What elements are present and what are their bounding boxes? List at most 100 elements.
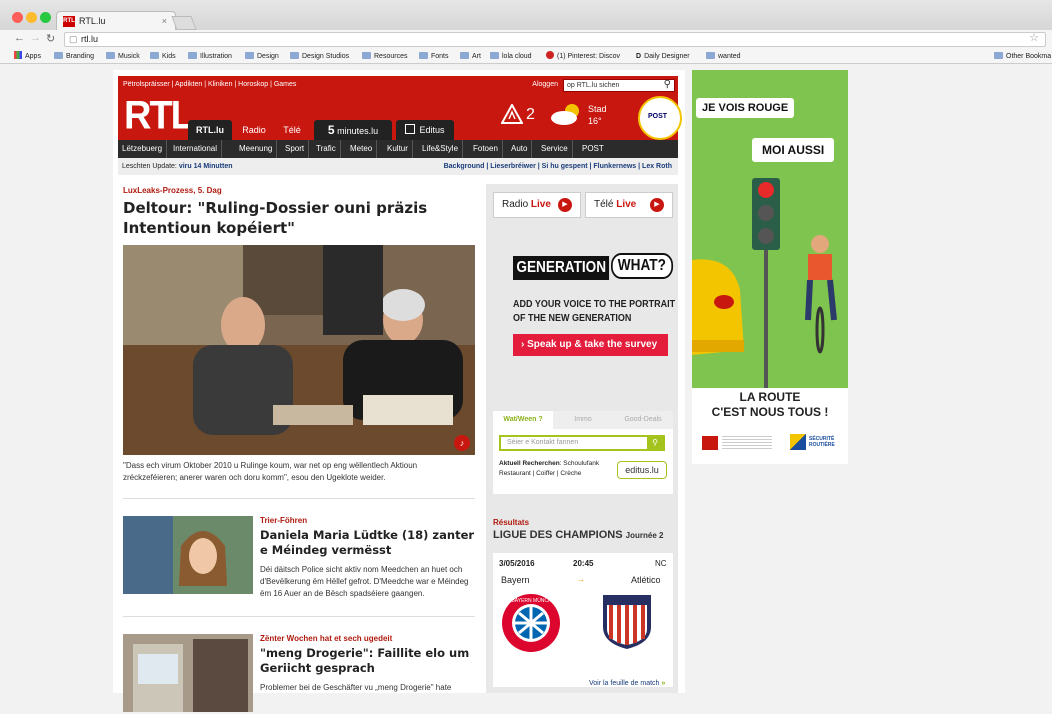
tab-rtl-lu[interactable]: RTL.lu bbox=[188, 120, 232, 140]
folder-icon bbox=[706, 52, 715, 59]
bookmark-apps[interactable]: Apps bbox=[14, 50, 41, 63]
weather-widget[interactable]: Stad 16° bbox=[588, 103, 607, 127]
section-meenung[interactable]: Meenung bbox=[235, 140, 278, 158]
bookmark-wanted[interactable]: wanted bbox=[706, 50, 741, 63]
bookmark-art[interactable]: Art bbox=[460, 50, 481, 63]
match-sheet-link[interactable]: Voir la feuille de match » bbox=[589, 680, 665, 687]
address-bar[interactable]: ▢ rtl.lu ☆ bbox=[64, 32, 1046, 47]
section-letzebuerg[interactable]: Lëtzebuerg bbox=[118, 140, 168, 158]
tab-editus[interactable]: Editus bbox=[396, 120, 454, 140]
section-post[interactable]: POST bbox=[578, 140, 608, 158]
editus-widget: Wat/Ween ? Immo Good-Deals Séier e Kontakt… bbox=[493, 411, 673, 494]
audio-play-icon[interactable]: ♪ bbox=[454, 435, 470, 451]
new-tab-button[interactable] bbox=[171, 16, 197, 30]
tab-radio[interactable]: Radio bbox=[236, 120, 272, 140]
partly-sunny-icon[interactable] bbox=[550, 102, 584, 126]
close-tab-icon[interactable]: × bbox=[162, 12, 167, 30]
maximize-window-button[interactable] bbox=[40, 12, 51, 23]
minimize-window-button[interactable] bbox=[26, 12, 37, 23]
folder-icon bbox=[188, 52, 197, 59]
road-safety-ad[interactable]: JE VOIS ROUGE MOI AUSSI LA ROUTE C'EST N… bbox=[692, 70, 848, 464]
ad-footer: LA ROUTE C'EST NOUS TOUS ! SÉCURITÉ ROUT… bbox=[692, 388, 848, 464]
bookmark-musick[interactable]: Musick bbox=[106, 50, 140, 63]
ad-slogan-1: LA ROUTE bbox=[739, 390, 801, 404]
folder-icon bbox=[490, 52, 499, 59]
back-arrow-icon[interactable]: ← bbox=[14, 32, 25, 44]
story-thumbnail[interactable] bbox=[123, 516, 253, 594]
search-icon[interactable]: ⚲ bbox=[664, 79, 671, 91]
rtl-logo[interactable]: RTL bbox=[124, 96, 194, 136]
bookmark-daily-designer[interactable]: D Daily Designer bbox=[636, 50, 690, 63]
match-date: 3/05/2016 bbox=[499, 559, 535, 568]
radio-live-button[interactable]: Radio Live ▶ bbox=[493, 192, 581, 218]
browser-chrome: RTL RTL.lu × ← → ↻ ▢ rtl.lu ☆ Apps Brand… bbox=[0, 0, 1052, 64]
tab-tele[interactable]: Télé bbox=[276, 120, 308, 140]
bookmark-fonts[interactable]: Fonts bbox=[419, 50, 449, 63]
section-fotoen[interactable]: Fotoen bbox=[469, 140, 503, 158]
section-international[interactable]: International bbox=[169, 140, 223, 158]
reload-icon[interactable]: ↻ bbox=[46, 32, 55, 45]
story-item[interactable]: Trier-Föhren Daniela Maria Lüdtke (18) z… bbox=[123, 516, 478, 598]
site-header: Pëtrolspräisser | Apdikten | Kliniken | … bbox=[113, 76, 682, 178]
section-trafic[interactable]: Trafic bbox=[312, 140, 341, 158]
editus-logo[interactable]: editus.lu bbox=[617, 461, 667, 479]
story-headline[interactable]: "meng Drogerie": Faillite elo um Geriich… bbox=[260, 646, 478, 676]
editus-tabs: Wat/Ween ? Immo Good-Deals bbox=[493, 411, 673, 429]
bookmark-star-icon[interactable]: ☆ bbox=[1029, 32, 1039, 45]
close-window-button[interactable] bbox=[12, 12, 23, 23]
tab-good-deals[interactable]: Good-Deals bbox=[613, 411, 673, 429]
traffic-warning-icon[interactable] bbox=[501, 104, 523, 124]
folder-icon bbox=[150, 52, 159, 59]
ad-slogan-2: C'EST NOUS TOUS ! bbox=[711, 405, 829, 419]
login-link[interactable]: Aloggen bbox=[532, 76, 558, 94]
bookmarks-bar: Apps Branding Musick Kids Illustration D… bbox=[0, 50, 1052, 64]
post-logo[interactable]: POST bbox=[638, 96, 682, 140]
bookmark-kids[interactable]: Kids bbox=[150, 50, 176, 63]
main-kicker[interactable]: LuxLeaks-Prozess, 5. Dag bbox=[123, 186, 222, 195]
bookmark-branding[interactable]: Branding bbox=[54, 50, 94, 63]
utility-links[interactable]: Pëtrolspräisser | Apdikten | Kliniken | … bbox=[123, 81, 296, 88]
bookmark-lola-cloud[interactable]: lola cloud bbox=[490, 50, 532, 63]
right-sidebar: Radio Live ▶ Télé Live ▶ GENERATION WHAT? … bbox=[486, 184, 678, 693]
match-card[interactable]: 3/05/2016 20:45 NC Bayern → Atlético FC … bbox=[493, 553, 673, 687]
main-headline[interactable]: Deltour: "Ruling-Dossier ouni präzis Int… bbox=[123, 198, 478, 238]
play-icon: ▶ bbox=[558, 198, 572, 212]
story-headline[interactable]: Daniela Maria Lüdtke (18) zanter e Méind… bbox=[260, 528, 478, 558]
ad-illustration bbox=[692, 70, 848, 390]
story-kicker[interactable]: Zënter Wochen hat et sech ugedeit bbox=[260, 634, 478, 643]
tab-immo[interactable]: Immo bbox=[553, 411, 613, 429]
bookmark-illustration[interactable]: Illustration bbox=[188, 50, 232, 63]
bookmark-design[interactable]: Design bbox=[245, 50, 279, 63]
rtl-favicon-icon: RTL bbox=[63, 16, 75, 27]
bookmark-other[interactable]: Other Bookma bbox=[994, 50, 1051, 63]
address-row: ← → ↻ ▢ rtl.lu ☆ bbox=[0, 30, 1052, 50]
section-life-style[interactable]: Life&Style bbox=[418, 140, 464, 158]
editus-search-input[interactable]: Séier e Kontakt fannen ⚲ bbox=[499, 435, 665, 451]
forward-arrow-icon[interactable]: → bbox=[30, 32, 41, 44]
generation-what-ad[interactable]: GENERATION WHAT? ADD YOUR VOICE TO THE P… bbox=[493, 226, 675, 391]
browser-tab[interactable]: RTL RTL.lu × bbox=[56, 11, 176, 31]
bookmark-resources[interactable]: Resources bbox=[362, 50, 407, 63]
warning-count[interactable]: 2 bbox=[526, 106, 535, 124]
bookmark-design-studios[interactable]: Design Studios bbox=[290, 50, 349, 63]
bookmark-pinterest[interactable]: (1) Pinterest: Discov bbox=[546, 50, 620, 63]
section-service[interactable]: Service bbox=[537, 140, 573, 158]
away-team: Atlético bbox=[631, 575, 661, 585]
section-sport[interactable]: Sport bbox=[281, 140, 310, 158]
search-icon[interactable]: ⚲ bbox=[647, 437, 663, 449]
hero-photo[interactable]: ♪ bbox=[123, 245, 475, 455]
site-search-input[interactable]: op RTL.lu sichen ⚲ bbox=[563, 79, 675, 92]
survey-button[interactable]: › Speak up & take the survey bbox=[513, 334, 668, 356]
story-item[interactable]: Zënter Wochen hat et sech ugedeit "meng … bbox=[123, 634, 478, 714]
quick-links[interactable]: Background | Lieserbréiwer | Si hu gespe… bbox=[444, 158, 672, 175]
section-meteo[interactable]: Meteo bbox=[346, 140, 378, 158]
story-kicker[interactable]: Trier-Föhren bbox=[260, 516, 478, 525]
story-thumbnail[interactable] bbox=[123, 634, 253, 712]
tab-bar: RTL RTL.lu × bbox=[0, 0, 1052, 31]
lion-emblem-icon bbox=[702, 436, 718, 450]
tab-wat-ween[interactable]: Wat/Ween ? bbox=[493, 411, 553, 429]
section-auto[interactable]: Auto bbox=[507, 140, 533, 158]
section-kultur[interactable]: Kultur bbox=[383, 140, 413, 158]
tab-5minutes[interactable]: 5 minutes.lu bbox=[314, 120, 392, 140]
tele-live-button[interactable]: Télé Live ▶ bbox=[585, 192, 673, 218]
